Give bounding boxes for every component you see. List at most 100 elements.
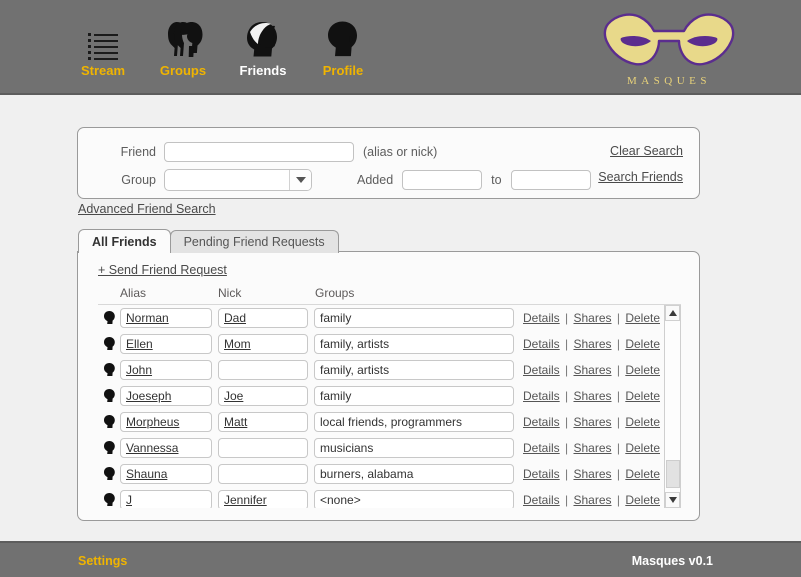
friends-rows: Norman Dad family Details | Shares | Delete… xyxy=(98,305,661,508)
cell-nick xyxy=(218,360,308,380)
details-link[interactable]: Details xyxy=(523,389,560,403)
tab-all-friends[interactable]: All Friends xyxy=(78,229,171,253)
friend-avatar-icon xyxy=(98,440,120,456)
friends-panel: + Send Friend Request Alias Nick Groups … xyxy=(77,251,700,521)
cell-groups: musicians xyxy=(314,438,514,458)
group-select[interactable] xyxy=(164,169,312,191)
cell-groups: burners, alabama xyxy=(314,464,514,484)
shares-link[interactable]: Shares xyxy=(573,363,611,377)
shares-link[interactable]: Shares xyxy=(573,337,611,351)
row-actions: Details | Shares | Delete xyxy=(523,311,660,325)
app-logo: MASQUES xyxy=(599,8,739,87)
delete-link[interactable]: Delete xyxy=(625,337,660,351)
advanced-friend-search-link[interactable]: Advanced Friend Search xyxy=(78,202,216,216)
tab-pending-friend-requests[interactable]: Pending Friend Requests xyxy=(169,230,339,253)
table-row: Ellen Mom family, artists Details | Shares … xyxy=(98,331,661,357)
cell-groups: family xyxy=(314,386,514,406)
friend-avatar-icon xyxy=(98,388,120,404)
added-to-input[interactable] xyxy=(510,170,591,190)
cell-alias[interactable]: J xyxy=(120,490,212,508)
table-row: Shauna burners, alabama Details | Shares |… xyxy=(98,461,661,487)
table-row: Joeseph Joe family Details | Shares | Delet… xyxy=(98,383,661,409)
scroll-down-icon[interactable] xyxy=(665,492,680,508)
column-header-groups: Groups xyxy=(315,286,355,300)
friend-avatar-icon xyxy=(98,492,120,508)
friend-tabs: All Friends Pending Friend Requests xyxy=(78,229,339,253)
added-from-input[interactable] xyxy=(402,170,483,190)
app-header: Stream Groups Friends Profile MASQUES xyxy=(0,0,801,95)
delete-link[interactable]: Delete xyxy=(625,415,660,429)
table-row: J Jennifer <none> Details | Shares | Delete xyxy=(98,487,661,508)
chevron-down-icon[interactable] xyxy=(289,170,311,190)
details-link[interactable]: Details xyxy=(523,311,560,325)
cell-groups: family xyxy=(314,308,514,328)
shares-link[interactable]: Shares xyxy=(573,311,611,325)
friend-avatar-icon xyxy=(98,466,120,482)
cell-nick[interactable]: Matt xyxy=(218,412,308,432)
delete-link[interactable]: Delete xyxy=(625,311,660,325)
details-link[interactable]: Details xyxy=(523,467,560,481)
nav-item-profile[interactable]: Profile xyxy=(312,16,374,78)
column-header-nick: Nick xyxy=(218,286,242,300)
cell-nick[interactable]: Mom xyxy=(218,334,308,354)
cell-nick xyxy=(218,438,308,458)
app-version-label: Masques v0.1 xyxy=(631,554,713,568)
scrollbar-thumb[interactable] xyxy=(666,460,680,488)
app-footer: Settings Masques v0.1 xyxy=(0,541,801,577)
shares-link[interactable]: Shares xyxy=(573,441,611,455)
delete-link[interactable]: Delete xyxy=(625,389,660,403)
details-link[interactable]: Details xyxy=(523,493,560,507)
details-link[interactable]: Details xyxy=(523,441,560,455)
masque-mask-icon xyxy=(599,13,739,73)
settings-link[interactable]: Settings xyxy=(78,554,127,568)
friend-search-panel: Friend (alias or nick) Group Added to Cl… xyxy=(77,127,700,199)
cell-alias[interactable]: Norman xyxy=(120,308,212,328)
cell-alias[interactable]: Joeseph xyxy=(120,386,212,406)
cell-alias[interactable]: Shauna xyxy=(120,464,212,484)
nav-label-stream: Stream xyxy=(80,63,126,78)
shares-link[interactable]: Shares xyxy=(573,467,611,481)
row-actions: Details | Shares | Delete xyxy=(523,389,660,403)
group-field-label: Group xyxy=(121,173,156,187)
clear-search-link[interactable]: Clear Search xyxy=(610,144,683,158)
row-actions: Details | Shares | Delete xyxy=(523,337,660,351)
logo-wordmark: MASQUES xyxy=(626,75,712,87)
row-actions: Details | Shares | Delete xyxy=(523,467,660,481)
cell-alias[interactable]: Ellen xyxy=(120,334,212,354)
shares-link[interactable]: Shares xyxy=(573,493,611,507)
shares-link[interactable]: Shares xyxy=(573,389,611,403)
friend-avatar-icon xyxy=(98,362,120,378)
friends-list-scrollbar[interactable] xyxy=(664,305,681,508)
friends-table-header: Alias Nick Groups xyxy=(78,286,699,304)
delete-link[interactable]: Delete xyxy=(625,493,660,507)
row-actions: Details | Shares | Delete xyxy=(523,493,660,507)
cell-groups: local friends, programmers xyxy=(314,412,514,432)
search-friends-link[interactable]: Search Friends xyxy=(598,170,683,184)
details-link[interactable]: Details xyxy=(523,337,560,351)
cell-nick[interactable]: Joe xyxy=(218,386,308,406)
cell-alias[interactable]: Vannessa xyxy=(120,438,212,458)
table-row: Norman Dad family Details | Shares | Delete xyxy=(98,305,661,331)
stream-list-icon xyxy=(72,16,134,60)
delete-link[interactable]: Delete xyxy=(625,467,660,481)
nav-item-stream[interactable]: Stream xyxy=(72,16,134,78)
nav-item-groups[interactable]: Groups xyxy=(152,16,214,78)
details-link[interactable]: Details xyxy=(523,363,560,377)
cell-alias[interactable]: Morpheus xyxy=(120,412,212,432)
friend-search-input[interactable] xyxy=(164,142,354,162)
column-header-alias: Alias xyxy=(120,286,147,300)
table-row: Morpheus Matt local friends, programmers De… xyxy=(98,409,661,435)
shares-link[interactable]: Shares xyxy=(573,415,611,429)
send-friend-request-link[interactable]: + Send Friend Request xyxy=(98,263,227,277)
friend-avatar-icon xyxy=(98,310,120,326)
cell-nick[interactable]: Dad xyxy=(218,308,308,328)
cell-nick xyxy=(218,464,308,484)
details-link[interactable]: Details xyxy=(523,415,560,429)
cell-nick[interactable]: Jennifer xyxy=(218,490,308,508)
table-row: John family, artists Details | Shares | De… xyxy=(98,357,661,383)
delete-link[interactable]: Delete xyxy=(625,441,660,455)
scroll-up-icon[interactable] xyxy=(665,305,680,321)
delete-link[interactable]: Delete xyxy=(625,363,660,377)
cell-alias[interactable]: John xyxy=(120,360,212,380)
nav-item-friends[interactable]: Friends xyxy=(232,16,294,78)
